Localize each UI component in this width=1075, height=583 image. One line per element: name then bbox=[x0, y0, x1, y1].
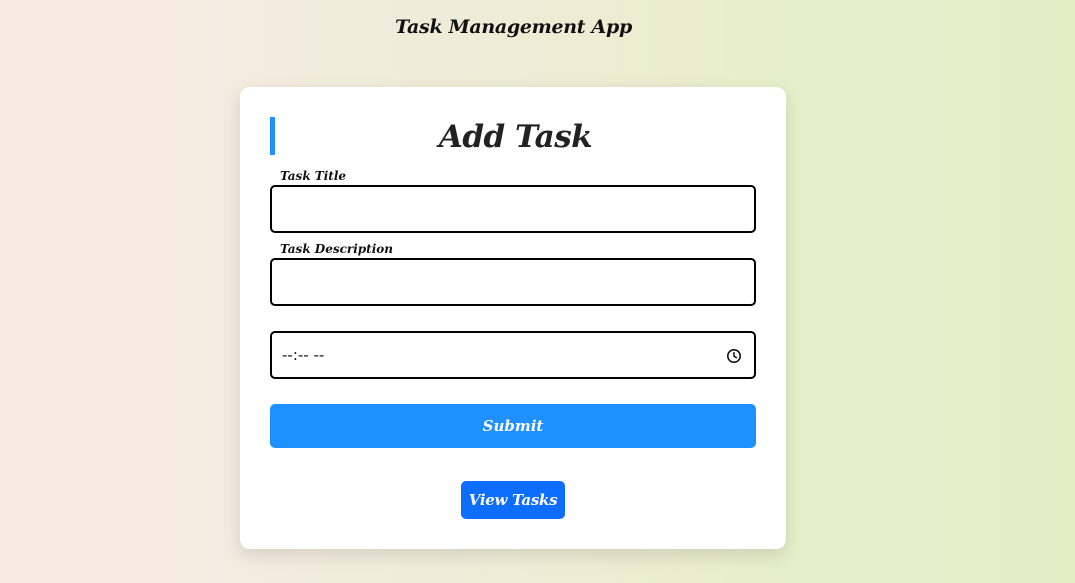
task-description-input[interactable] bbox=[270, 258, 756, 306]
time-placeholder: --:-- -- bbox=[282, 346, 325, 364]
app-title: Task Management App bbox=[395, 16, 632, 38]
heading-accent-bar: Add Task bbox=[270, 117, 756, 155]
clock-icon[interactable] bbox=[726, 348, 742, 364]
task-time-input[interactable]: --:-- -- bbox=[270, 331, 756, 379]
task-title-label: Task Title bbox=[280, 169, 347, 183]
task-description-label: Task Description bbox=[280, 242, 394, 256]
add-task-card: Add Task Task Title Task Description --:… bbox=[240, 87, 786, 549]
task-title-input[interactable] bbox=[270, 185, 756, 233]
submit-button[interactable]: Submit bbox=[270, 404, 756, 448]
form-heading: Add Task bbox=[438, 119, 593, 155]
view-tasks-button[interactable]: View Tasks bbox=[461, 481, 565, 519]
